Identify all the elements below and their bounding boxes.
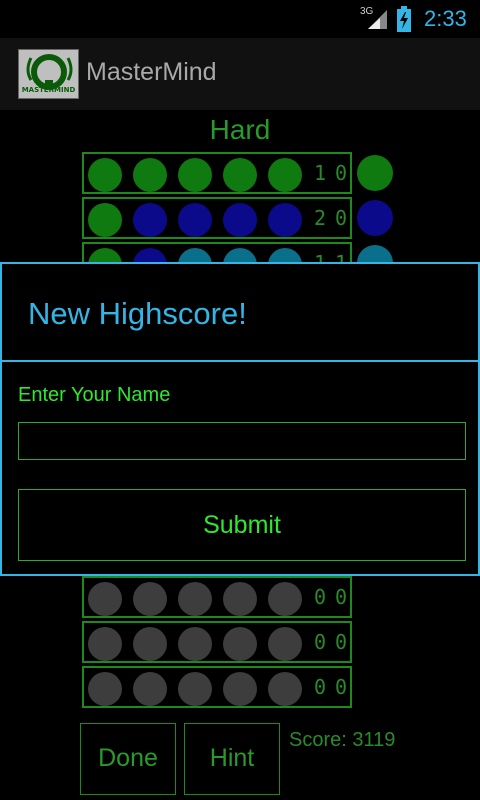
done-button[interactable]: Done (80, 723, 176, 795)
guess-row: 00 (82, 666, 352, 708)
submit-button[interactable]: Submit (18, 489, 466, 561)
done-button-label: Done (98, 744, 158, 772)
guess-row: 00 (82, 576, 352, 618)
peg[interactable] (178, 158, 212, 192)
peg[interactable] (268, 158, 302, 192)
app-icon[interactable]: MASTERMIND (18, 49, 79, 99)
battery-charging-icon (396, 6, 412, 36)
color-picker-peg[interactable] (357, 200, 393, 236)
peg[interactable] (223, 203, 257, 237)
hint-button-label: Hint (209, 744, 255, 772)
peg[interactable] (88, 582, 122, 616)
peg[interactable] (88, 158, 122, 192)
peg[interactable] (223, 582, 257, 616)
peg[interactable] (133, 672, 167, 706)
name-prompt-label: Enter Your Name (18, 384, 171, 406)
action-bar: MASTERMIND MasterMind (0, 38, 480, 110)
feedback-misplaced-count: 0 (335, 206, 348, 230)
feedback-misplaced-count: 0 (335, 585, 348, 609)
feedback-correct-count: 0 (314, 675, 327, 699)
difficulty-label: Hard (209, 114, 271, 145)
feedback-misplaced-count: 0 (335, 630, 348, 654)
name-input[interactable] (18, 422, 466, 460)
peg[interactable] (133, 158, 167, 192)
guess-row: 00 (82, 621, 352, 663)
peg[interactable] (133, 627, 167, 661)
feedback-misplaced-count: 0 (335, 675, 348, 699)
color-picker-peg[interactable] (357, 155, 393, 191)
app-icon-logo-text: MASTERMIND (21, 86, 76, 94)
peg[interactable] (88, 203, 122, 237)
app-title: MasterMind (86, 58, 217, 86)
peg[interactable] (88, 672, 122, 706)
peg[interactable] (268, 203, 302, 237)
guess-row: 10 (82, 152, 352, 194)
feedback-correct-count: 1 (314, 161, 327, 185)
dialog-title: New Highscore! (28, 296, 247, 331)
peg[interactable] (133, 582, 167, 616)
peg[interactable] (178, 203, 212, 237)
peg[interactable] (223, 672, 257, 706)
score-label: Score: 3119 (289, 729, 396, 751)
peg[interactable] (268, 627, 302, 661)
peg[interactable] (268, 582, 302, 616)
feedback-misplaced-count: 0 (335, 161, 348, 185)
peg[interactable] (133, 203, 167, 237)
dialog-title-divider (2, 360, 478, 362)
peg[interactable] (178, 672, 212, 706)
peg[interactable] (88, 627, 122, 661)
guess-row: 20 (82, 197, 352, 239)
feedback-correct-count: 2 (314, 206, 327, 230)
status-bar: 3G 2:33 (0, 0, 480, 38)
peg[interactable] (268, 672, 302, 706)
highscore-dialog: New Highscore! Enter Your Name Submit (0, 262, 480, 576)
feedback-correct-count: 0 (314, 585, 327, 609)
signal-icon (366, 8, 388, 34)
clock: 2:33 (424, 6, 467, 31)
peg[interactable] (223, 627, 257, 661)
peg[interactable] (223, 158, 257, 192)
peg[interactable] (178, 627, 212, 661)
peg[interactable] (178, 582, 212, 616)
feedback-correct-count: 0 (314, 630, 327, 654)
hint-button[interactable]: Hint (184, 723, 280, 795)
